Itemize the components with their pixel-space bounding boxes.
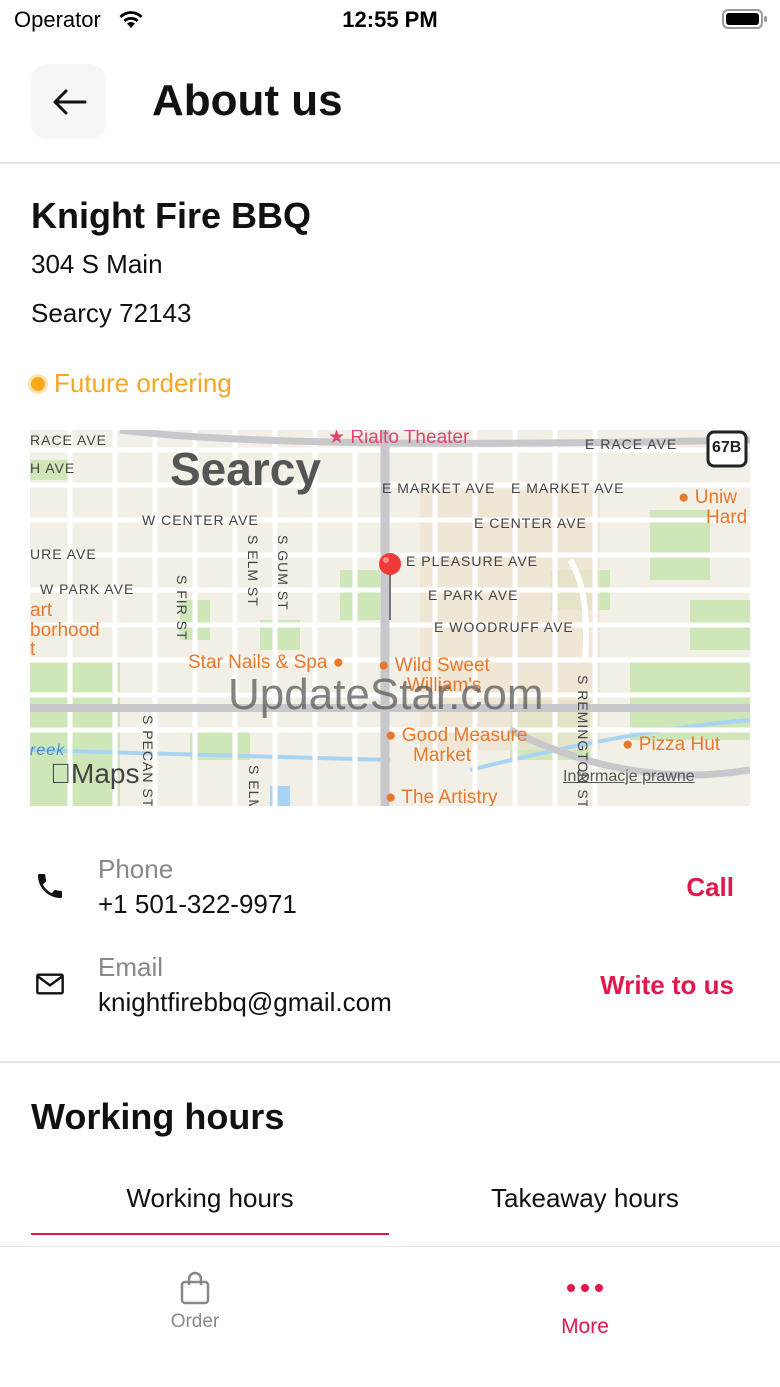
- street-label: S ELM: [246, 765, 262, 806]
- street-label: E MARKET AVE: [511, 480, 625, 496]
- map-city-label: Searcy: [170, 443, 321, 495]
- phone-number: +1 501-322-9971: [98, 889, 297, 919]
- nav-more[interactable]: More: [390, 1247, 780, 1367]
- street-label: S REMINGTON ST: [575, 675, 591, 806]
- mail-icon: [36, 973, 64, 995]
- shopping-bag-icon: [180, 1271, 210, 1305]
- tab-working-hours[interactable]: Working hours: [31, 1165, 389, 1235]
- poi-label: Good Measure: [401, 725, 528, 746]
- legal-link[interactable]: Informacje prawne: [563, 768, 695, 786]
- status-text: Future ordering: [54, 368, 232, 398]
- street-label: E MARKET AVE: [382, 480, 496, 496]
- hours-tabs: Working hours Takeaway hours: [0, 1165, 780, 1251]
- arrow-left-icon: [53, 89, 86, 114]
- bottom-nav: Order More: [0, 1246, 780, 1387]
- location-pin-icon[interactable]: [378, 552, 402, 622]
- street-label: URE AVE: [30, 546, 97, 562]
- status-dot-icon: [31, 376, 45, 391]
- poi-label: Uniw: [694, 487, 737, 508]
- nav-order[interactable]: Order: [0, 1247, 390, 1367]
- call-button[interactable]: Call: [686, 872, 734, 903]
- apple-maps-logo: Maps: [50, 758, 139, 790]
- street-label: E PARK AVE: [428, 587, 519, 603]
- street-label: W PARK AVE: [40, 581, 135, 597]
- section-divider: [0, 1061, 780, 1063]
- restaurant-name: Knight Fire BBQ: [31, 195, 311, 236]
- header: About us: [0, 44, 780, 164]
- phone-row: Phone +1 501-322-9971 Call: [0, 850, 780, 930]
- street-label: E PLEASURE AVE: [406, 553, 539, 569]
- location-map[interactable]: Searcy RACE AVE H AVE E RACE AVE 67B E M…: [30, 430, 750, 806]
- street-label: E RACE AVE: [585, 436, 678, 452]
- poi-pizza-hut[interactable]: ● Pizza Hut: [622, 734, 720, 756]
- poi-label: Rialto Theater: [350, 430, 470, 448]
- poi-label: Hard: [706, 507, 748, 528]
- battery-icon: [722, 9, 767, 29]
- street-label: S PECAN ST: [140, 715, 156, 806]
- poi-label: borhood: [30, 620, 100, 641]
- back-button[interactable]: [31, 64, 106, 139]
- street-label: S ELM ST: [245, 535, 261, 607]
- tab-takeaway-hours[interactable]: Takeaway hours: [390, 1165, 780, 1235]
- poi-artistry[interactable]: ● The Artistry: [385, 787, 498, 806]
- poi-good-measure[interactable]: ● Good Measure: [385, 725, 527, 747]
- poi-rialto-theater[interactable]: ★ Rialto Theater: [328, 430, 469, 449]
- watermark: UpdateStar.com: [228, 670, 544, 719]
- street-label: H AVE: [30, 460, 76, 476]
- street-label: S FIR ST: [174, 575, 190, 641]
- page-title: About us: [152, 76, 343, 125]
- poi-label: art: [30, 600, 53, 621]
- status-time: 12:55 PM: [342, 7, 438, 32]
- phone-icon: [38, 874, 62, 898]
- street-label: RACE AVE: [30, 432, 107, 448]
- street-label: E WOODRUFF AVE: [434, 619, 574, 635]
- maps-logo-text: Maps: [50, 758, 139, 789]
- poi-label: t: [30, 639, 36, 660]
- nav-more-label: More: [561, 1315, 609, 1338]
- more-dots-icon: [567, 1284, 603, 1292]
- poi-label: Market: [413, 745, 472, 766]
- address-line-2: Searcy 72143: [31, 298, 192, 328]
- street-label: S GUM ST: [275, 535, 291, 611]
- email-row: Email knightfirebbq@gmail.com Write to u…: [0, 948, 780, 1028]
- street-label: E CENTER AVE: [474, 515, 587, 531]
- email-label: Email: [98, 952, 164, 982]
- ordering-status: Future ordering: [31, 368, 232, 399]
- nav-order-label: Order: [170, 1311, 220, 1332]
- address-line-1: 304 S Main: [31, 249, 163, 279]
- email-address: knightfirebbq@gmail.com: [98, 987, 392, 1017]
- status-bar: Operator 12:55 PM: [0, 0, 780, 44]
- route-shield-label: 67B: [712, 439, 742, 456]
- write-to-us-button[interactable]: Write to us: [600, 970, 734, 1001]
- working-hours-title: Working hours: [31, 1096, 285, 1137]
- poi-label: Pizza Hut: [638, 734, 721, 755]
- street-label: W CENTER AVE: [142, 512, 259, 528]
- poi-university[interactable]: ● Uniw: [678, 487, 737, 509]
- poi-label: The Artistry: [401, 787, 498, 806]
- phone-label: Phone: [98, 854, 174, 884]
